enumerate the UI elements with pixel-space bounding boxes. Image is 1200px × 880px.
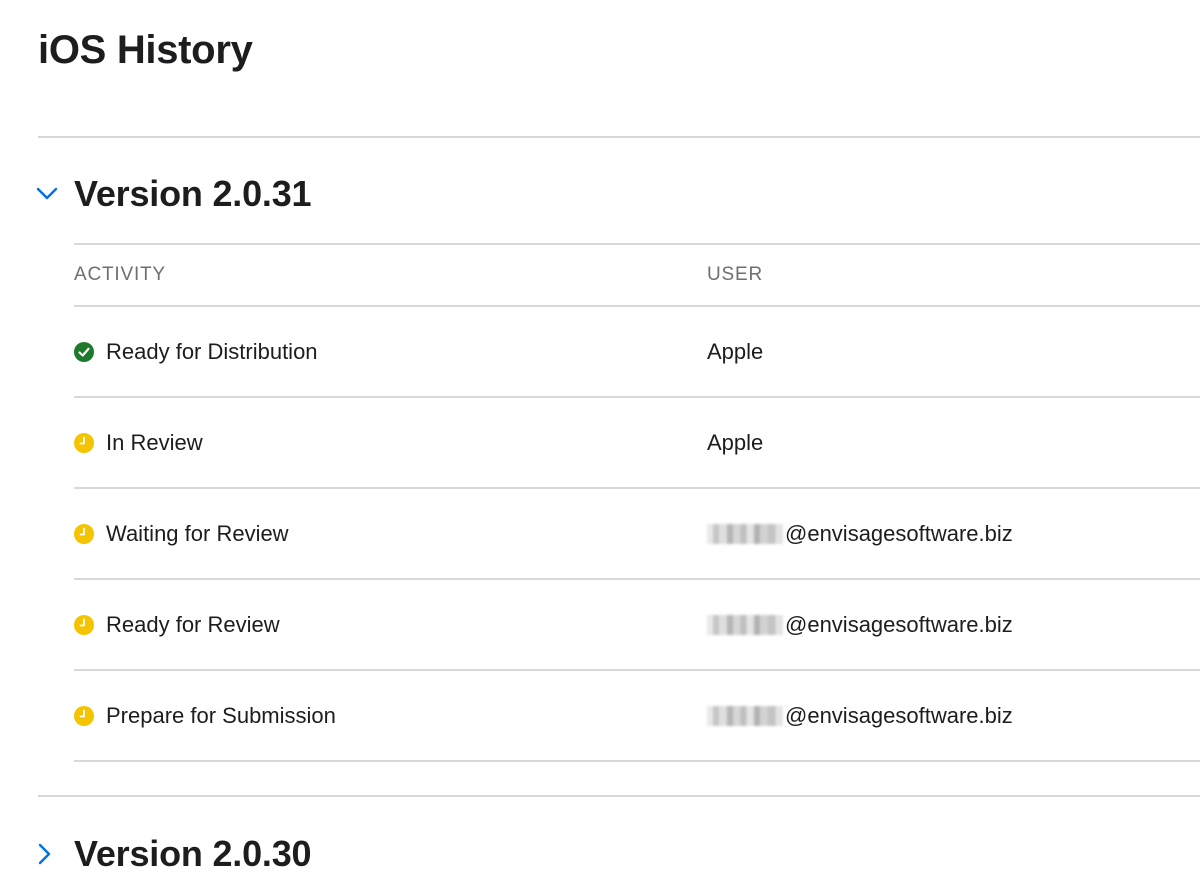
column-header-user: USER	[707, 264, 763, 285]
activity-label: Ready for Distribution	[106, 338, 318, 364]
redacted-username	[707, 523, 783, 544]
clock-icon	[74, 523, 94, 544]
section-divider	[38, 136, 1200, 138]
redacted-username	[707, 614, 783, 635]
version-title: Version 2.0.31	[74, 173, 312, 214]
table-header-row: ACTIVITY USER	[74, 243, 1200, 305]
table-bottom-divider	[74, 760, 1200, 762]
section-divider	[38, 795, 1200, 797]
user-label: @envisagesoftware.biz	[785, 611, 1013, 637]
user-label: @envisagesoftware.biz	[785, 702, 1013, 728]
table-row: Ready for Review @envisagesoftware.biz	[74, 578, 1200, 669]
clock-icon	[74, 432, 94, 453]
page-title: iOS History	[38, 28, 253, 72]
table-row: In Review Apple	[74, 396, 1200, 487]
redacted-username	[707, 705, 783, 726]
column-header-activity: ACTIVITY	[74, 264, 166, 285]
chevron-right-icon[interactable]	[36, 841, 62, 867]
user-label: Apple	[707, 429, 764, 455]
activity-label: Waiting for Review	[106, 520, 289, 546]
activity-label: Prepare for Submission	[106, 702, 336, 728]
check-circle-icon	[74, 341, 94, 362]
activity-label: In Review	[106, 429, 203, 455]
table-row: Prepare for Submission @envisagesoftware…	[74, 669, 1200, 760]
history-table: ACTIVITY USER Ready for Distribution App…	[74, 243, 1200, 762]
version-header-2-0-31[interactable]: Version 2.0.31	[36, 170, 312, 218]
table-row: Waiting for Review @envisagesoftware.biz	[74, 487, 1200, 578]
user-label: Apple	[707, 338, 764, 364]
activity-label: Ready for Review	[106, 611, 280, 637]
version-title: Version 2.0.30	[74, 833, 312, 874]
user-label: @envisagesoftware.biz	[785, 520, 1013, 546]
clock-icon	[74, 705, 94, 726]
version-header-2-0-30[interactable]: Version 2.0.30	[36, 830, 312, 878]
ios-history-page: iOS History Version 2.0.31 ACTIVITY USER	[0, 0, 1200, 880]
clock-icon	[74, 614, 94, 635]
table-row: Ready for Distribution Apple	[74, 305, 1200, 396]
chevron-down-icon[interactable]	[36, 181, 62, 207]
